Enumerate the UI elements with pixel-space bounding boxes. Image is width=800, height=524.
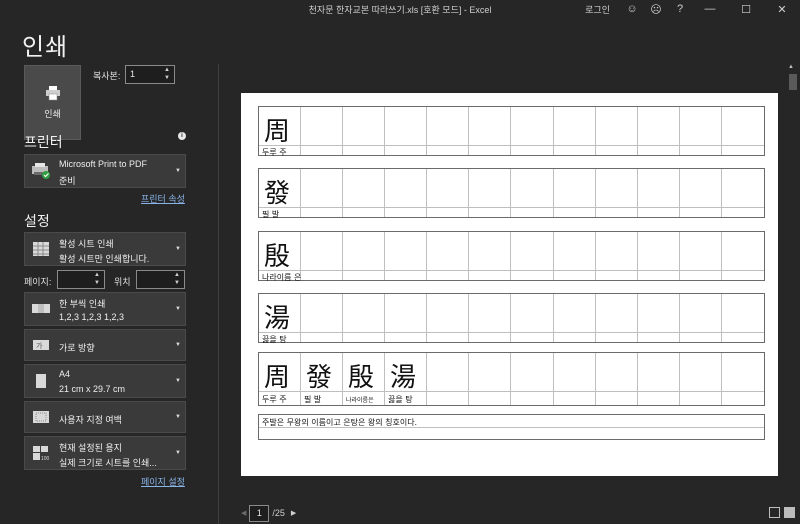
page-title: 인쇄 <box>22 34 69 61</box>
printer-icon <box>45 86 60 101</box>
hanja-reading: 나라이름은 <box>346 397 374 404</box>
margins-dropdown[interactable]: 사용자 지정 여백 ▼ <box>24 401 186 433</box>
page-navigation: ◀ 1 /25 ▶ <box>241 503 296 523</box>
maximize-icon[interactable]: ☐ <box>728 0 764 18</box>
chevron-down-icon: ▼ <box>175 378 181 384</box>
hanja-character: 殷 <box>264 242 291 272</box>
printer-device-icon <box>30 162 52 180</box>
hanja-reading: 두루 주 <box>262 395 287 404</box>
print-what-desc: 활성 시트만 인쇄합니다. <box>59 254 150 264</box>
pages-to-field[interactable]: ▲ ▼ <box>136 270 185 289</box>
info-icon[interactable]: i <box>178 132 186 140</box>
print-preview-page: 周 두루 주 發 필 발 殷 나라이름 은 湯 끓을 탕 周 發 殷 湯 두루 … <box>241 93 778 476</box>
print-settings-panel: 인쇄 인쇄 복사본: 1 ▲ ▼ 프린터 i Microsoft Print to… <box>0 18 218 524</box>
practice-row: 湯 끓을 탕 <box>258 293 765 344</box>
hanja-character: 殷 <box>348 363 375 393</box>
scroll-up-icon[interactable]: ▲ <box>788 64 794 70</box>
practice-row: 發 필 발 <box>258 168 765 219</box>
scaling-title: 현재 설정된 용지 <box>59 443 122 453</box>
pages-from-field[interactable]: ▲ ▼ <box>57 270 105 289</box>
combined-row: 周 發 殷 湯 두루 주 필 발 나라이름은 끓을 탕 <box>258 352 765 406</box>
chevron-down-icon: ▼ <box>175 168 181 174</box>
frown-feedback-icon[interactable]: ☹ <box>644 0 668 18</box>
pages-to-label: 위치 <box>114 277 131 287</box>
stepper-arrows-icon[interactable]: ▲ ▼ <box>94 272 102 287</box>
chevron-down-icon: ▼ <box>175 342 181 348</box>
previous-page-icon[interactable]: ◀ <box>241 509 246 517</box>
hanja-reading: 끓을 탕 <box>388 395 413 404</box>
hanja-reading: 끓을 탕 <box>262 335 287 344</box>
chevron-down-icon: ▼ <box>175 306 181 312</box>
chevron-down-icon: ▼ <box>175 246 181 252</box>
chevron-down-icon: ▼ <box>175 450 181 456</box>
svg-text:가: 가 <box>36 341 43 350</box>
copies-label: 복사본: <box>93 71 121 81</box>
printer-properties-link[interactable]: 프린터 속성 <box>141 192 185 205</box>
hanja-reading: 필 발 <box>304 395 322 404</box>
current-page-input[interactable]: 1 <box>249 504 270 522</box>
hanja-character: 周 <box>264 117 291 147</box>
stepper-arrows-icon[interactable]: ▲ ▼ <box>174 272 182 287</box>
practice-row: 周 두루 주 <box>258 106 765 157</box>
printer-name: Microsoft Print to PDF <box>59 159 148 169</box>
help-icon[interactable]: ? <box>668 0 692 18</box>
hanja-reading: 필 발 <box>262 210 280 219</box>
margins-title: 사용자 지정 여백 <box>59 415 122 425</box>
printer-dropdown[interactable]: Microsoft Print to PDF 준비 ▼ <box>24 154 186 188</box>
hanja-character: 湯 <box>390 363 417 393</box>
margins-icon <box>30 408 52 426</box>
zoom-to-page-icon[interactable] <box>784 507 795 518</box>
hanja-character: 發 <box>264 179 291 209</box>
print-button[interactable]: 인쇄 <box>24 65 81 140</box>
panel-divider <box>218 64 219 524</box>
paper-size-dropdown[interactable]: A4 21 cm x 29.7 cm ▼ <box>24 364 186 398</box>
preview-scrollbar[interactable]: ▲ <box>788 64 798 484</box>
scaling-dropdown[interactable]: 100 현재 설정된 용지 실제 크기로 시트를 인쇄... ▼ <box>24 436 186 470</box>
pages-label: 페이지: <box>24 277 52 287</box>
print-what-title: 활성 시트 인쇄 <box>59 239 114 249</box>
close-icon[interactable]: ✕ <box>764 0 800 18</box>
practice-row: 殷 나라이름 은 <box>258 231 765 282</box>
printer-status: 준비 <box>59 176 76 186</box>
chevron-down-icon: ▼ <box>175 414 181 420</box>
hanja-reading: 나라이름 은 <box>262 273 302 282</box>
next-page-icon[interactable]: ▶ <box>291 509 296 517</box>
login-link[interactable]: 로그인 <box>585 3 610 16</box>
orientation-dropdown[interactable]: 가 가로 방향 ▼ <box>24 329 186 361</box>
paper-size-title: A4 <box>59 369 71 379</box>
print-what-dropdown[interactable]: 활성 시트 인쇄 활성 시트만 인쇄합니다. ▼ <box>24 232 186 266</box>
collate-dropdown[interactable]: 한 부씩 인쇄 1,2,3 1,2,3 1,2,3 ▼ <box>24 292 186 326</box>
page-setup-link[interactable]: 페이지 설정 <box>141 475 185 488</box>
sentence-text: 주발은 무왕의 이름이고 은탕은 왕의 칭호이다. <box>262 418 418 427</box>
copies-value: 1 <box>130 69 136 79</box>
svg-text:100: 100 <box>41 456 50 461</box>
show-margins-icon[interactable] <box>769 507 780 518</box>
hanja-reading: 두루 주 <box>262 148 287 157</box>
scaling-icon: 100 <box>30 444 52 462</box>
printer-section-title: 프린터 <box>24 134 63 150</box>
title-bar: 천자문 한자교본 따라쓰기.xls [호환 모드] - Excel 로그인 ☺ … <box>0 0 800 18</box>
hanja-character: 湯 <box>264 304 291 334</box>
settings-section-title: 설정 <box>24 213 50 229</box>
collate-title: 한 부씩 인쇄 <box>59 299 106 309</box>
sheet-grid-icon <box>30 240 52 258</box>
stepper-arrows-icon[interactable]: ▲ ▼ <box>164 67 172 82</box>
hanja-character: 周 <box>264 363 291 393</box>
collate-desc: 1,2,3 1,2,3 1,2,3 <box>59 312 125 322</box>
sentence-row: 주발은 무왕의 이름이고 은탕은 왕의 칭호이다. <box>258 414 765 440</box>
paper-icon <box>30 372 52 390</box>
print-button-label: 인쇄 <box>44 109 61 119</box>
minimize-icon[interactable]: — <box>692 0 728 18</box>
hanja-character: 發 <box>306 363 333 393</box>
paper-size-desc: 21 cm x 29.7 cm <box>59 384 126 394</box>
landscape-icon: 가 <box>30 336 52 354</box>
scrollbar-thumb[interactable] <box>789 74 797 90</box>
smile-feedback-icon[interactable]: ☺ <box>620 0 644 18</box>
scaling-desc: 실제 크기로 시트를 인쇄... <box>59 458 157 468</box>
orientation-title: 가로 방향 <box>59 343 95 353</box>
page-total: /25 <box>272 508 285 518</box>
copies-stepper[interactable]: 1 ▲ ▼ <box>125 65 175 84</box>
collate-icon <box>30 300 52 318</box>
